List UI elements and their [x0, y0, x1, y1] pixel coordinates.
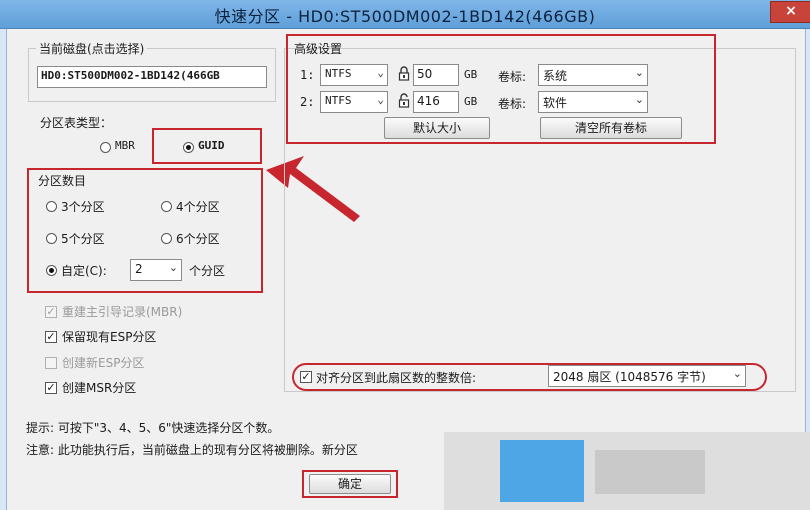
- row2-index: 2:: [300, 95, 315, 109]
- ok-button[interactable]: 确定: [309, 474, 391, 494]
- radio-guid-label: GUID: [198, 139, 225, 152]
- row1-filesystem-select[interactable]: NTFS ⌄: [320, 64, 388, 86]
- radio-custom[interactable]: [46, 265, 57, 276]
- radio-mbr-label: MBR: [115, 139, 135, 152]
- hint-note: 注意: 此功能执行后，当前磁盘上的现有分区将被删除。新分区: [26, 443, 358, 457]
- radio-6-partitions[interactable]: [161, 233, 172, 244]
- default-size-button[interactable]: 默认大小: [384, 117, 490, 139]
- radio-mbr[interactable]: [100, 142, 111, 153]
- clear-volume-labels-button[interactable]: 清空所有卷标: [540, 117, 682, 139]
- lock-icon[interactable]: [398, 66, 410, 82]
- chevron-down-icon: ⌄: [377, 66, 384, 79]
- chevron-down-icon: ⌄: [634, 66, 644, 79]
- disk-select-field[interactable]: HD0:ST500DM002-1BD142(466GB: [37, 66, 267, 88]
- row2-size-input[interactable]: 416: [413, 91, 459, 113]
- blurred-text-block: [595, 450, 705, 494]
- title-bar: 快速分区 - HD0:ST500DM002-1BD142(466GB): [0, 0, 810, 29]
- align-sector-value: 2048 扇区 (1048576 字节): [553, 370, 706, 384]
- row2-volume-label-value: 软件: [543, 96, 568, 110]
- advanced-label: 高级设置: [294, 42, 343, 56]
- chevron-down-icon: ⌄: [732, 367, 742, 380]
- row1-volume-label-value: 系统: [543, 69, 568, 83]
- custom-count-select[interactable]: 2 ⌄: [130, 259, 182, 281]
- checkbox-rebuild-mbr[interactable]: ✓: [45, 306, 57, 318]
- checkbox-rebuild-mbr-label: 重建主引导记录(MBR): [62, 305, 183, 319]
- checkbox-create-esp-label: 创建新ESP分区: [62, 356, 145, 370]
- radio-3-partitions[interactable]: [46, 201, 57, 212]
- radio-5-partitions[interactable]: [46, 233, 57, 244]
- unlock-icon[interactable]: [398, 93, 410, 109]
- radio-4-partitions-label: 4个分区: [176, 200, 220, 214]
- custom-count-suffix: 个分区: [189, 264, 226, 278]
- chevron-down-icon: ⌄: [168, 261, 178, 274]
- checkbox-keep-esp[interactable]: ✓: [45, 331, 57, 343]
- partition-count-label: 分区数目: [38, 174, 87, 188]
- radio-4-partitions[interactable]: [161, 201, 172, 212]
- checkbox-keep-esp-label: 保留现有ESP分区: [62, 330, 157, 344]
- row1-index: 1:: [300, 68, 315, 82]
- row1-size-unit: GB: [464, 68, 478, 81]
- blurred-logo-block: [500, 440, 584, 502]
- hint-tip: 提示: 可按下"3、4、5、6"快速选择分区个数。: [26, 421, 280, 435]
- checkbox-create-msr[interactable]: ✓: [45, 382, 57, 394]
- radio-custom-label: 自定(C):: [61, 264, 107, 278]
- row1-volume-label-select[interactable]: 系统 ⌄: [538, 64, 648, 86]
- radio-5-partitions-label: 5个分区: [61, 232, 105, 246]
- radio-3-partitions-label: 3个分区: [61, 200, 105, 214]
- close-button[interactable]: ×: [770, 1, 810, 23]
- window-title: 快速分区 - HD0:ST500DM002-1BD142(466GB): [214, 7, 596, 26]
- row1-size-input[interactable]: 50: [413, 64, 459, 86]
- row2-filesystem-select[interactable]: NTFS ⌄: [320, 91, 388, 113]
- align-sector-select[interactable]: 2048 扇区 (1048576 字节) ⌄: [548, 365, 746, 387]
- checkbox-create-msr-label: 创建MSR分区: [62, 381, 137, 395]
- disk-section-label: 当前磁盘(点击选择): [36, 40, 148, 57]
- row2-volume-label-caption: 卷标:: [498, 97, 527, 111]
- radio-guid[interactable]: [183, 142, 194, 153]
- row2-volume-label-select[interactable]: 软件 ⌄: [538, 91, 648, 113]
- checkbox-create-esp[interactable]: [45, 357, 57, 369]
- partition-table-label: 分区表类型：: [40, 116, 113, 130]
- radio-6-partitions-label: 6个分区: [176, 232, 220, 246]
- row1-filesystem-value: NTFS: [325, 67, 352, 80]
- chevron-down-icon: ⌄: [377, 93, 384, 106]
- row2-size-unit: GB: [464, 95, 478, 108]
- row2-filesystem-value: NTFS: [325, 94, 352, 107]
- close-icon: ×: [785, 3, 797, 19]
- row1-volume-label-caption: 卷标:: [498, 70, 527, 84]
- chevron-down-icon: ⌄: [634, 93, 644, 106]
- checkbox-align[interactable]: ✓: [300, 371, 312, 383]
- align-label: 对齐分区到此扇区数的整数倍:: [316, 371, 477, 385]
- custom-count-value: 2: [135, 262, 143, 276]
